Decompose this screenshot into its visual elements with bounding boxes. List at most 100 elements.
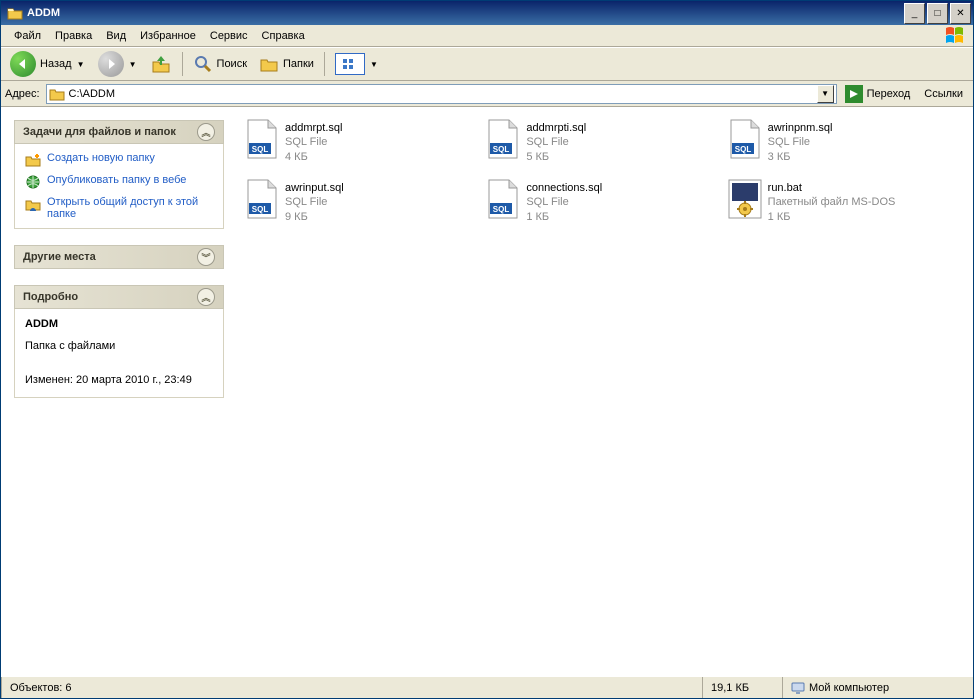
- svg-text:SQL: SQL: [493, 205, 510, 214]
- address-dropdown-button[interactable]: ▼: [817, 85, 834, 103]
- task-share-folder[interactable]: Открыть общий доступ к этой папке: [25, 196, 213, 220]
- file-size: 4 КБ: [285, 150, 342, 164]
- search-icon: [193, 54, 213, 74]
- separator: [182, 52, 183, 76]
- file-tasks-panel: Задачи для файлов и папок ︽ Создать нову…: [13, 119, 225, 230]
- globe-icon: [25, 174, 41, 190]
- collapse-icon: ︽: [197, 123, 215, 141]
- details-panel: Подробно ︽ ADDM Папка с файлами Изменен:…: [13, 284, 225, 399]
- collapse-icon: ︽: [197, 288, 215, 306]
- back-button[interactable]: Назад ▼: [5, 50, 91, 78]
- svg-text:SQL: SQL: [252, 205, 269, 214]
- maximize-button[interactable]: □: [927, 3, 948, 24]
- go-arrow-icon: [845, 85, 863, 103]
- window-title: ADDM: [27, 7, 902, 19]
- chevron-down-icon: ▼: [128, 60, 138, 69]
- file-size: 3 КБ: [768, 150, 833, 164]
- file-item[interactable]: SQL awrinput.sql SQL File 9 КБ: [243, 177, 484, 233]
- other-places-panel: Другие места ︾: [13, 244, 225, 270]
- details-name: ADDM: [25, 317, 213, 333]
- chevron-down-icon: ▼: [369, 60, 379, 69]
- file-size: 1 КБ: [526, 210, 602, 224]
- task-publish-web[interactable]: Опубликовать папку в вебе: [25, 174, 213, 190]
- go-button[interactable]: Переход: [841, 84, 915, 104]
- minimize-button[interactable]: _: [904, 3, 925, 24]
- sql-file-icon: SQL: [245, 179, 279, 219]
- menu-help[interactable]: Справка: [255, 28, 312, 44]
- file-name: awrinput.sql: [285, 181, 344, 195]
- share-folder-icon: [25, 196, 41, 212]
- new-folder-icon: [25, 152, 41, 168]
- folders-button[interactable]: Папки: [254, 50, 319, 78]
- views-button[interactable]: ▼: [330, 50, 384, 78]
- sql-file-icon: SQL: [486, 119, 520, 159]
- address-input[interactable]: [65, 88, 817, 100]
- address-bar: Адрес: ▼ Переход Ссылки: [1, 81, 973, 107]
- file-tasks-header[interactable]: Задачи для файлов и папок ︽: [14, 120, 224, 144]
- views-icon: [335, 53, 365, 75]
- folder-icon: [7, 5, 23, 21]
- file-type: SQL File: [526, 195, 602, 209]
- file-type: SQL File: [768, 135, 833, 149]
- windows-logo-icon: [937, 26, 973, 46]
- tasks-pane: Задачи для файлов и папок ︽ Создать нову…: [1, 107, 237, 676]
- details-header[interactable]: Подробно ︽: [14, 285, 224, 309]
- file-name: addmrpt.sql: [285, 121, 342, 135]
- address-label: Адрес:: [5, 88, 40, 100]
- file-size: 9 КБ: [285, 210, 344, 224]
- menu-view[interactable]: Вид: [99, 28, 133, 44]
- file-type: Пакетный файл MS-DOS: [768, 195, 896, 209]
- forward-button[interactable]: ▼: [93, 50, 143, 78]
- svg-text:SQL: SQL: [493, 145, 510, 154]
- other-places-header[interactable]: Другие места ︾: [14, 245, 224, 269]
- folders-icon: [259, 54, 279, 74]
- menu-tools[interactable]: Сервис: [203, 28, 255, 44]
- file-name: addmrpti.sql: [526, 121, 586, 135]
- sql-file-icon: SQL: [245, 119, 279, 159]
- file-item[interactable]: SQL connections.sql SQL File 1 КБ: [484, 177, 725, 233]
- sql-file-icon: SQL: [486, 179, 520, 219]
- chevron-down-icon: ▼: [76, 60, 86, 69]
- file-size: 5 КБ: [526, 150, 586, 164]
- file-type: SQL File: [285, 135, 342, 149]
- file-item[interactable]: SQL awrinpnm.sql SQL File 3 КБ: [726, 117, 967, 173]
- file-item[interactable]: SQL addmrpt.sql SQL File 4 КБ: [243, 117, 484, 173]
- file-list: SQL addmrpt.sql SQL File 4 КБ SQL addmrp…: [237, 107, 973, 676]
- address-field[interactable]: ▼: [46, 84, 837, 104]
- file-size: 1 КБ: [768, 210, 896, 224]
- file-item[interactable]: SQL addmrpti.sql SQL File 5 КБ: [484, 117, 725, 173]
- menu-edit[interactable]: Правка: [48, 28, 99, 44]
- details-modified: Изменен: 20 марта 2010 г., 23:49: [25, 373, 213, 389]
- file-type: SQL File: [285, 195, 344, 209]
- expand-icon: ︾: [197, 248, 215, 266]
- close-button[interactable]: ✕: [950, 3, 971, 24]
- sql-file-icon: SQL: [728, 119, 762, 159]
- svg-text:SQL: SQL: [734, 145, 751, 154]
- status-location: Мой компьютер: [783, 677, 973, 698]
- file-name: awrinpnm.sql: [768, 121, 833, 135]
- task-new-folder[interactable]: Создать новую папку: [25, 152, 213, 168]
- toolbar: Назад ▼ ▼ Поиск Папки: [1, 47, 973, 81]
- up-button[interactable]: [145, 50, 177, 78]
- menu-favorites[interactable]: Избранное: [133, 28, 203, 44]
- back-arrow-icon: [10, 51, 36, 77]
- forward-arrow-icon: [98, 51, 124, 77]
- menu-file[interactable]: Файл: [7, 28, 48, 44]
- file-name: run.bat: [768, 181, 896, 195]
- menubar: Файл Правка Вид Избранное Сервис Справка: [1, 25, 973, 47]
- status-bar: Объектов: 6 19,1 КБ Мой компьютер: [1, 676, 973, 698]
- svg-text:SQL: SQL: [252, 145, 269, 154]
- file-item[interactable]: run.bat Пакетный файл MS-DOS 1 КБ: [726, 177, 967, 233]
- details-type: Папка с файлами: [25, 339, 213, 355]
- links-label[interactable]: Ссылки: [918, 88, 969, 100]
- search-button[interactable]: Поиск: [188, 50, 252, 78]
- bat-file-icon: [728, 179, 762, 219]
- folder-icon: [49, 86, 65, 102]
- status-size: 19,1 КБ: [703, 677, 783, 698]
- computer-icon: [791, 681, 805, 695]
- separator: [324, 52, 325, 76]
- file-type: SQL File: [526, 135, 586, 149]
- content-area: Задачи для файлов и папок ︽ Создать нову…: [1, 107, 973, 676]
- titlebar: ADDM _ □ ✕: [1, 1, 973, 25]
- status-objects: Объектов: 6: [1, 677, 703, 698]
